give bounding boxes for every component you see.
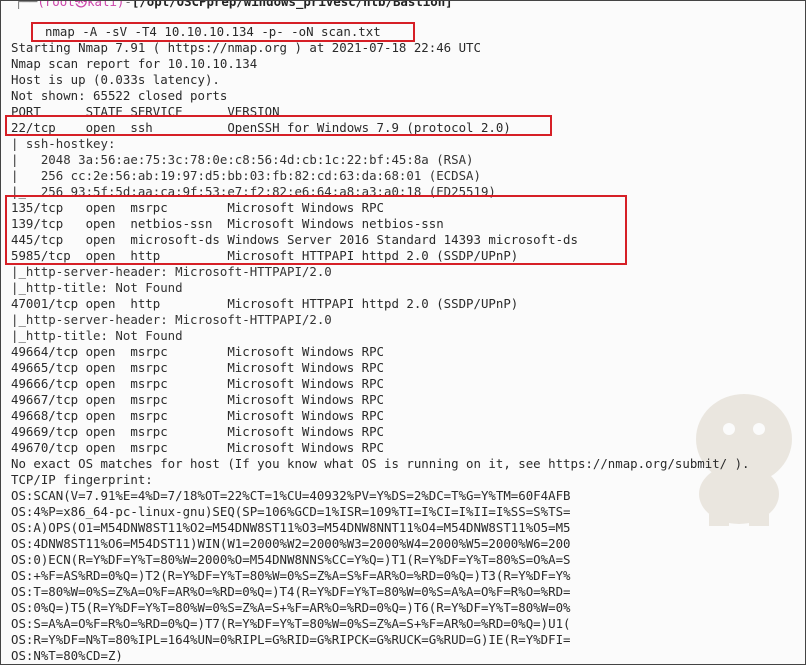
- output-line: |_http-server-header: Microsoft-HTTPAPI/…: [11, 312, 332, 327]
- output-line: |_ 256 93:5f:5d:aa:ca:9f:53:e7:f2:82:e6:…: [11, 184, 496, 199]
- output-line: 139/tcp open netbios-ssn Microsoft Windo…: [11, 216, 444, 231]
- output-line: 49666/tcp open msrpc Microsoft Windows R…: [11, 376, 384, 391]
- output-line: Host is up (0.033s latency).: [11, 72, 220, 87]
- output-line: 5985/tcp open http Microsoft HTTPAPI htt…: [11, 248, 519, 263]
- output-line: TCP/IP fingerprint:: [11, 472, 153, 487]
- output-line: 49668/tcp open msrpc Microsoft Windows R…: [11, 408, 384, 423]
- nmap-command[interactable]: nmap -A -sV -T4 10.10.10.134 -p- -oN sca…: [45, 24, 381, 40]
- output-line: PORT STATE SERVICE VERSION: [11, 104, 280, 119]
- dinosaur-mascot-watermark: [696, 394, 792, 526]
- output-line: Not shown: 65522 closed ports: [11, 88, 228, 103]
- output-line: OS:+%F=AS%RD=0%Q=)T2(R=Y%DF=Y%T=80%W=0%S…: [11, 568, 571, 583]
- output-line: OS:0)ECN(R=Y%DF=Y%T=80%W=2000%O=M54DNW8N…: [11, 552, 571, 567]
- prompt-user-host: (root㉿kali): [37, 0, 125, 9]
- output-line: 49664/tcp open msrpc Microsoft Windows R…: [11, 344, 384, 359]
- output-line: | ssh-hostkey:: [11, 136, 116, 151]
- shell-prompt: ┌──(root㉿kali)-[/opt/OSCPprep/windows_pr…: [15, 0, 453, 10]
- output-line: 47001/tcp open http Microsoft HTTPAPI ht…: [11, 296, 519, 311]
- output-line: OS:S=A%A=O%F=R%O=%RD=0%Q=)T7(R=Y%DF=Y%T=…: [11, 616, 571, 631]
- output-line: |_http-server-header: Microsoft-HTTPAPI/…: [11, 264, 332, 279]
- output-line: |_http-title: Not Found: [11, 280, 183, 295]
- output-line: OS:A)OPS(O1=M54DNW8ST11%O2=M54DNW8ST11%O…: [11, 520, 571, 535]
- prompt-dash: -: [124, 0, 132, 9]
- output-line: OS:T=80%W=0%S=Z%A=O%F=AR%O=%RD=0%Q=)T4(R…: [11, 584, 571, 599]
- output-line: OS:4%P=x86_64-pc-linux-gnu)SEQ(SP=106%GC…: [11, 504, 571, 519]
- output-line: OS:R=Y%DF=N%T=80%IPL=164%UN=0%RIPL=G%RID…: [11, 632, 571, 647]
- output-line: 49669/tcp open msrpc Microsoft Windows R…: [11, 424, 384, 439]
- output-line: |_http-title: Not Found: [11, 328, 183, 343]
- output-line: 49667/tcp open msrpc Microsoft Windows R…: [11, 392, 384, 407]
- output-line: 445/tcp open microsoft-ds Windows Server…: [11, 232, 578, 247]
- output-line: No exact OS matches for host (If you kno…: [11, 456, 750, 471]
- output-line: Starting Nmap 7.91 ( https://nmap.org ) …: [11, 40, 481, 55]
- output-line: OS:N%T=80%CD=Z): [11, 648, 123, 663]
- output-line: Nmap scan report for 10.10.10.134: [11, 56, 258, 71]
- output-line: OS:4DNW8ST11%O6=M54DST11)WIN(W1=2000%W2=…: [11, 536, 571, 551]
- output-line: OS:SCAN(V=7.91%E=4%D=7/18%OT=22%CT=1%CU=…: [11, 488, 571, 503]
- output-line: OS:0%Q=)T5(R=Y%DF=Y%T=80%W=0%S=Z%A=S+%F=…: [11, 600, 571, 615]
- terminal-window: ┌──(root㉿kali)-[/opt/OSCPprep/windows_pr…: [0, 0, 806, 665]
- output-line: 22/tcp open ssh OpenSSH for_Windows_7.9 …: [11, 120, 511, 135]
- output-line: 49670/tcp open msrpc Microsoft Windows R…: [11, 440, 384, 455]
- output-line: | 256 cc:2e:56:ab:19:97:d5:bb:03:fb:82:c…: [11, 168, 481, 183]
- output-line: 49665/tcp open msrpc Microsoft Windows R…: [11, 360, 384, 375]
- prompt-path: [/opt/OSCPprep/windows_privesc/htb/Basti…: [131, 0, 453, 9]
- output-line: 135/tcp open msrpc Microsoft Windows RPC: [11, 200, 384, 215]
- output-line: | 2048 3a:56:ae:75:3c:78:0e:c8:56:4d:cb:…: [11, 152, 474, 167]
- prompt-corner: ┌──: [15, 0, 38, 9]
